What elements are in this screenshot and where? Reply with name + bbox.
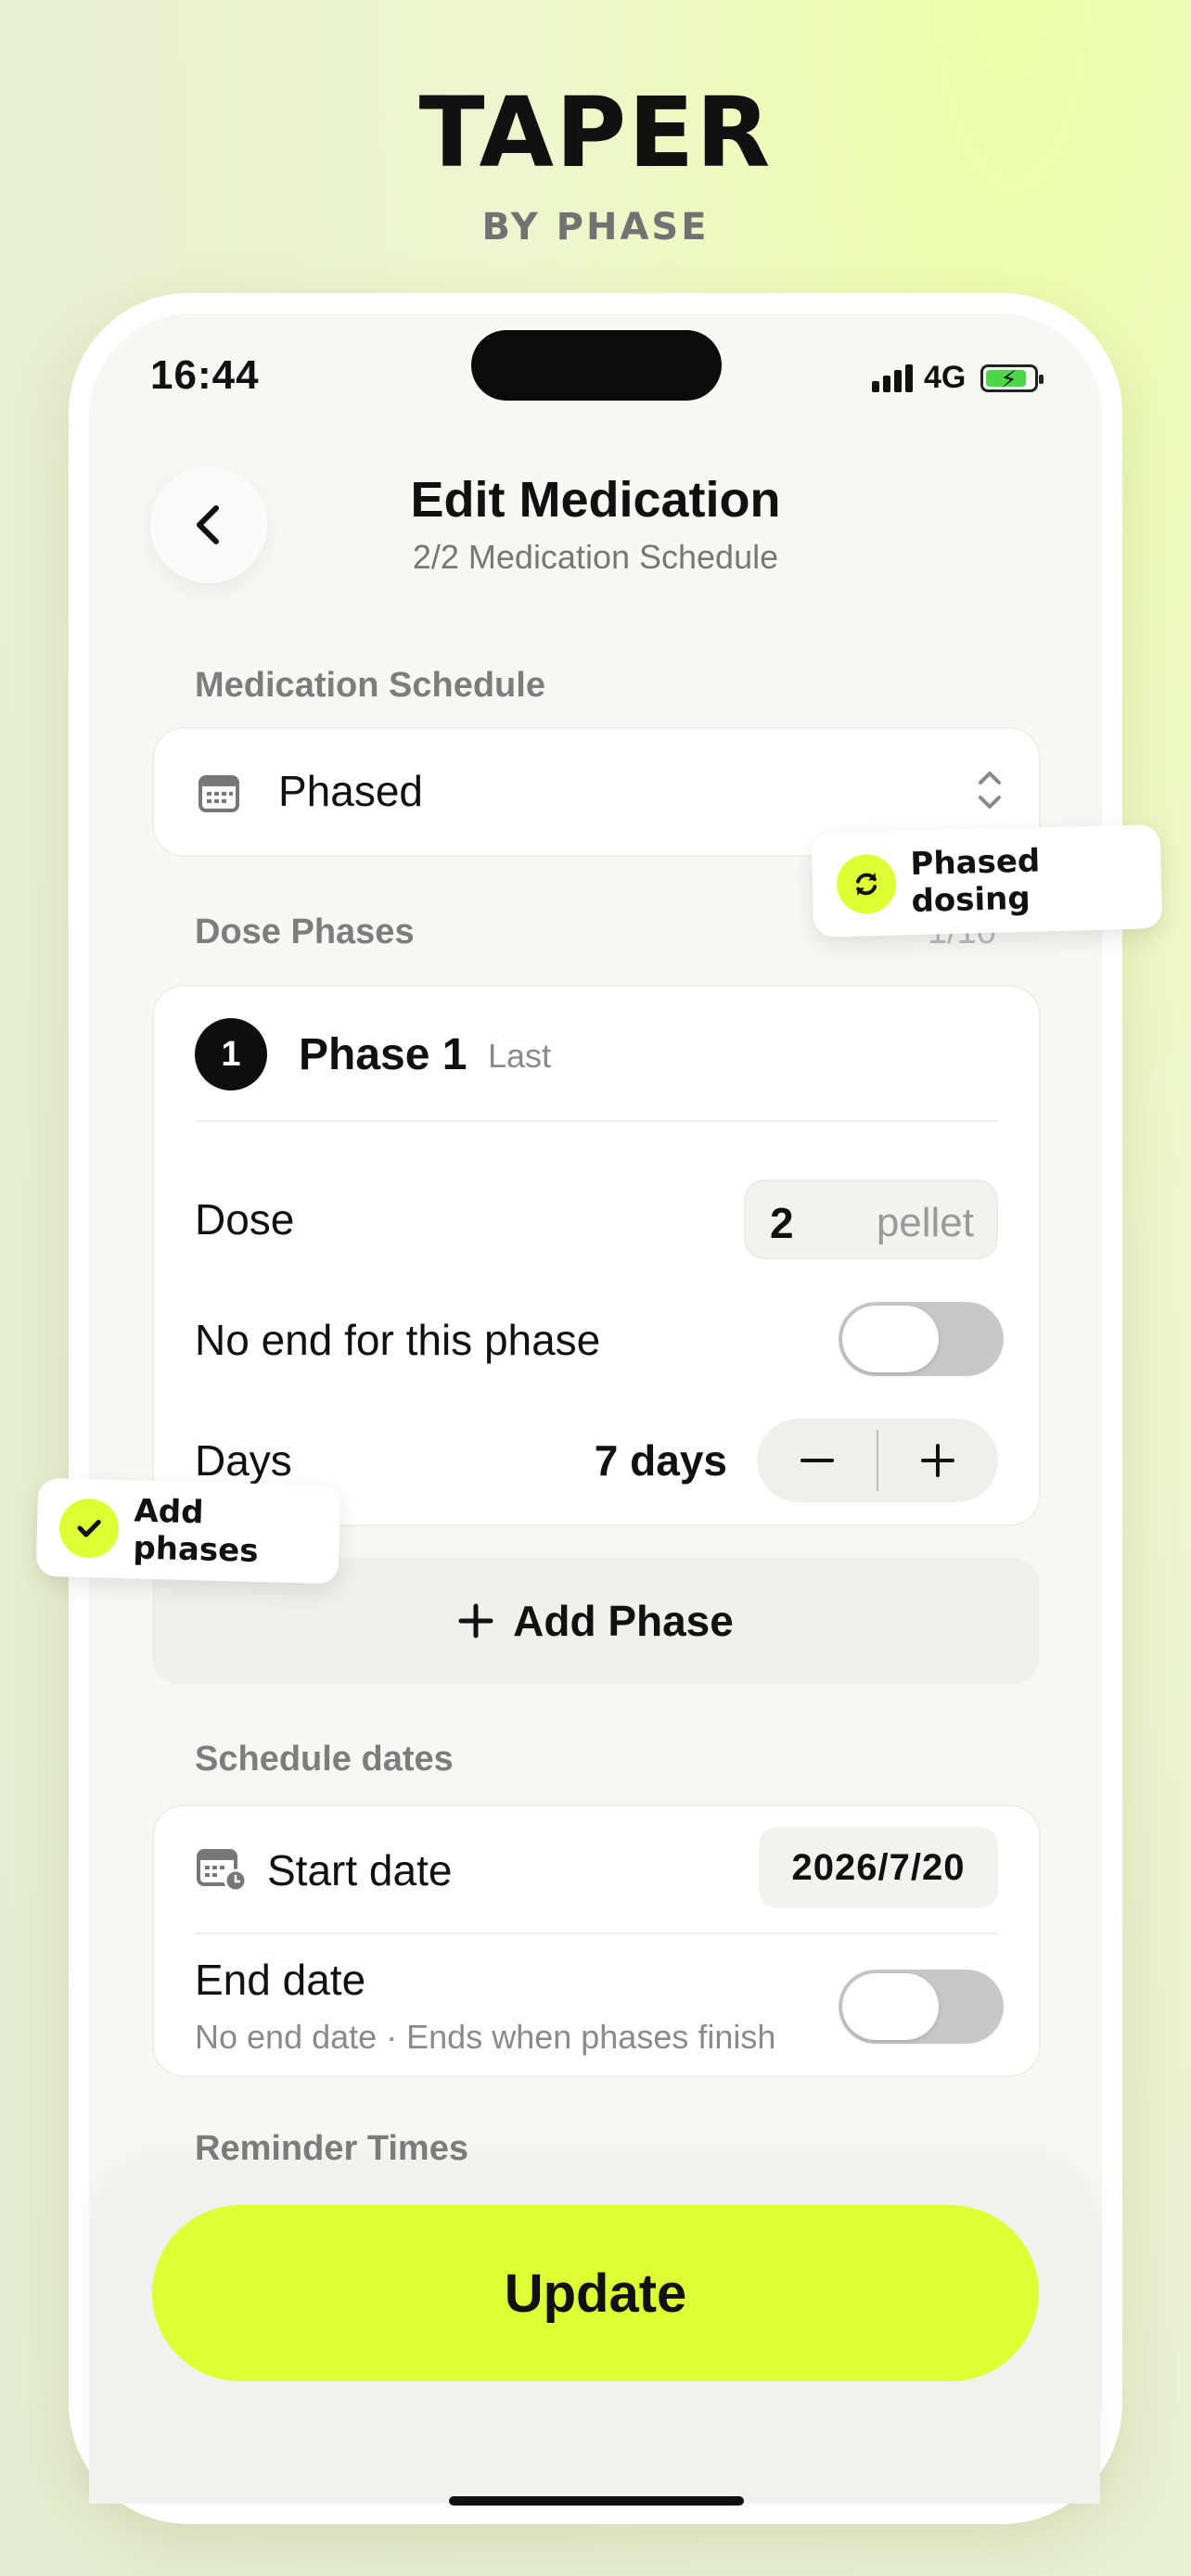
page-subtitle: 2/2 Medication Schedule — [412, 538, 779, 576]
phased-dosing-callout: Phased dosing — [811, 824, 1163, 937]
schedule-dates-label: Schedule dates — [195, 1740, 454, 1779]
days-stepper[interactable] — [757, 1419, 998, 1502]
check-icon-badge — [58, 1498, 120, 1560]
divider — [195, 1932, 998, 1934]
refresh-icon-badge — [836, 853, 897, 915]
calendar-clock-icon — [197, 1849, 248, 1892]
dose-input[interactable]: 2 pellet — [744, 1180, 998, 1259]
dynamic-island — [471, 330, 722, 401]
check-icon — [77, 1519, 101, 1537]
start-date-label: Start date — [267, 1846, 453, 1894]
schedule-type-value: Phased — [278, 767, 424, 815]
days-value: 7 days — [594, 1436, 727, 1485]
no-end-toggle[interactable] — [839, 1302, 1004, 1376]
dose-phases-label: Dose Phases — [195, 912, 415, 951]
status-icons: 4G ⚡ — [872, 360, 1044, 396]
phase-card: 1 Phase 1 Last Dose 2 pellet No end for … — [152, 985, 1041, 1526]
increment-button[interactable] — [877, 1419, 998, 1502]
chevron-up-down-icon — [979, 772, 1001, 809]
promo-subtitle: BY PHASE — [481, 206, 710, 249]
dose-value: 2 — [770, 1199, 794, 1247]
minus-icon — [800, 1459, 834, 1462]
start-date-value: 2026/7/20 — [791, 1847, 966, 1888]
phase-tag: Last — [488, 1037, 552, 1075]
add-phases-callout: Add phases — [35, 1477, 341, 1585]
refresh-icon — [855, 873, 877, 896]
plus-icon — [458, 1603, 493, 1639]
dose-label: Dose — [195, 1195, 295, 1243]
promo-title: TAPER — [418, 76, 773, 189]
battery-icon: ⚡ — [980, 363, 1044, 393]
dose-unit: pellet — [876, 1200, 974, 1245]
add-phases-callout-label: Add phases — [132, 1492, 260, 1570]
no-end-label: No end for this phase — [195, 1316, 601, 1364]
phase-title: Phase 1 — [299, 1030, 467, 1079]
days-label: Days — [195, 1436, 292, 1485]
phased-dosing-callout-label: Phased dosing — [909, 842, 1041, 921]
decrement-button[interactable] — [757, 1419, 877, 1502]
calendar-icon — [198, 775, 239, 812]
update-button[interactable]: Update — [152, 2205, 1039, 2381]
end-date-label: End date — [195, 1956, 366, 2004]
end-date-subtext: No end date · Ends when phases finish — [195, 2018, 776, 2056]
network-type: 4G — [924, 360, 967, 395]
status-time: 16:44 — [150, 352, 260, 398]
add-phase-label: Add Phase — [513, 1597, 734, 1645]
plus-icon — [921, 1444, 954, 1477]
start-date-picker[interactable]: 2026/7/20 — [759, 1827, 998, 1908]
home-indicator — [449, 2496, 744, 2506]
schedule-dates-card: Start date 2026/7/20 End date No end dat… — [152, 1804, 1041, 2077]
end-date-toggle[interactable] — [839, 1970, 1004, 2044]
divider — [195, 1120, 998, 1122]
phase-number-badge: 1 — [195, 1018, 267, 1090]
page-title: Edit Medication — [410, 472, 781, 528]
signal-icon — [872, 363, 913, 392]
toggle-knob — [842, 1306, 939, 1372]
medication-schedule-label: Medication Schedule — [195, 666, 545, 705]
toggle-knob — [842, 1973, 939, 2040]
